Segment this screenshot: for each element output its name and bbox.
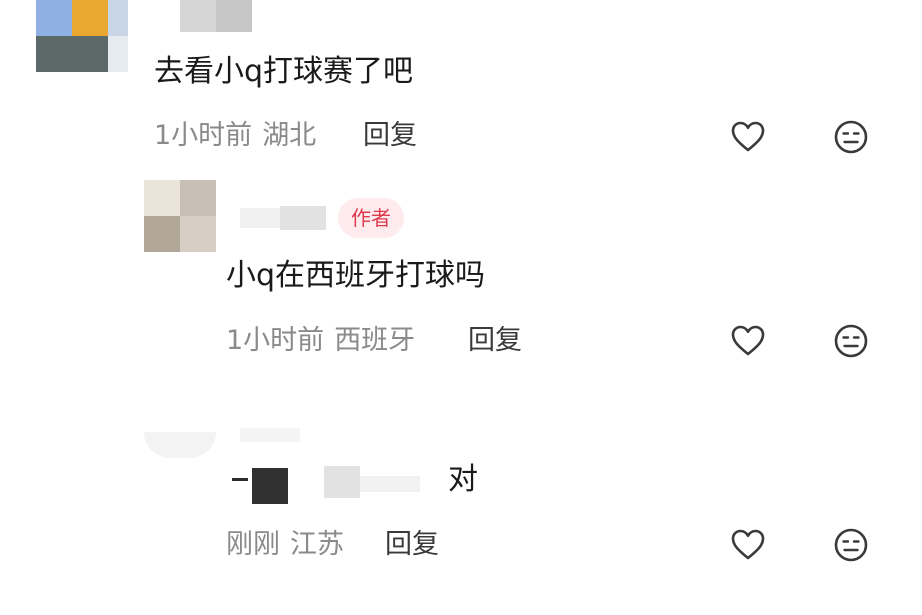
comment-text: 去看小q打球赛了吧 — [154, 54, 414, 89]
username-obscured — [180, 0, 252, 32]
comment-time: 1小时前 — [226, 325, 325, 356]
comment-text: 小q在西班牙打球吗 — [226, 258, 486, 293]
comment-location: 江苏 — [290, 529, 344, 560]
meh-face-icon[interactable] — [832, 118, 870, 156]
comment-meta: 1小时前 湖北 — [154, 119, 316, 153]
avatar[interactable] — [144, 180, 216, 252]
meh-face-icon[interactable] — [832, 322, 870, 360]
comment-time: 1小时前 — [154, 120, 253, 151]
reply-button[interactable]: 回复 — [468, 324, 522, 358]
heart-outline-icon[interactable] — [729, 118, 767, 156]
mention-obscured — [324, 466, 360, 498]
username-obscured — [240, 426, 300, 444]
heart-outline-icon[interactable] — [729, 322, 767, 360]
comment-meta: 1小时前 西班牙 — [226, 324, 415, 358]
username-obscured — [240, 202, 326, 232]
avatar[interactable] — [36, 0, 128, 72]
comment-meta: 刚刚 江苏 — [226, 528, 344, 562]
meh-face-icon[interactable] — [832, 526, 870, 564]
comment-text-suffix: 对 — [448, 462, 478, 497]
mention-obscured — [252, 468, 288, 504]
reply-button[interactable]: 回复 — [385, 528, 439, 562]
author-badge: 作者 — [338, 198, 404, 238]
comment-text: 对 — [226, 462, 496, 504]
avatar[interactable] — [144, 432, 216, 458]
mention-obscured — [232, 478, 248, 481]
comment-location: 湖北 — [262, 120, 317, 151]
mention-obscured — [360, 476, 420, 492]
comment-location: 西班牙 — [334, 325, 416, 356]
reply-button[interactable]: 回复 — [363, 119, 417, 153]
comment-time: 刚刚 — [226, 529, 280, 560]
heart-outline-icon[interactable] — [729, 526, 767, 564]
